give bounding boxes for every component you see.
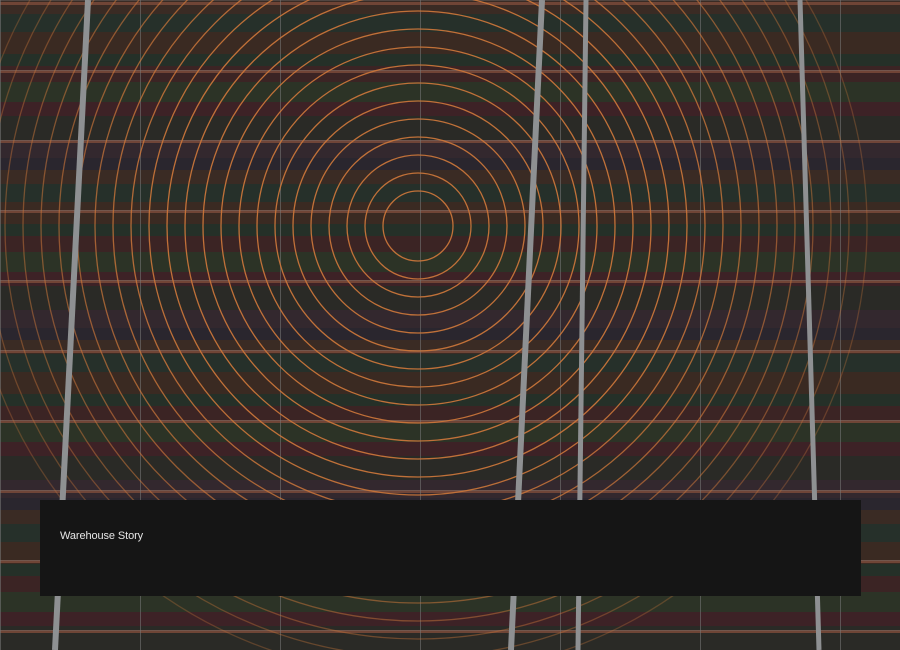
floor-stripe [0, 612, 900, 626]
floor-stripe [0, 14, 900, 32]
floor-stripe [0, 394, 900, 406]
floor-stripe [0, 184, 900, 202]
floor-stripe [0, 354, 900, 372]
floor-stripe [0, 236, 900, 252]
dialog-text: Warehouse Story [60, 530, 144, 542]
floor-stripe [0, 54, 900, 66]
floor-stripe [0, 158, 900, 170]
floor-stripe [0, 82, 900, 102]
floor-stripe [0, 224, 900, 236]
floor-stripe [0, 456, 900, 480]
dialog-box[interactable]: Warehouse Story [40, 500, 861, 596]
